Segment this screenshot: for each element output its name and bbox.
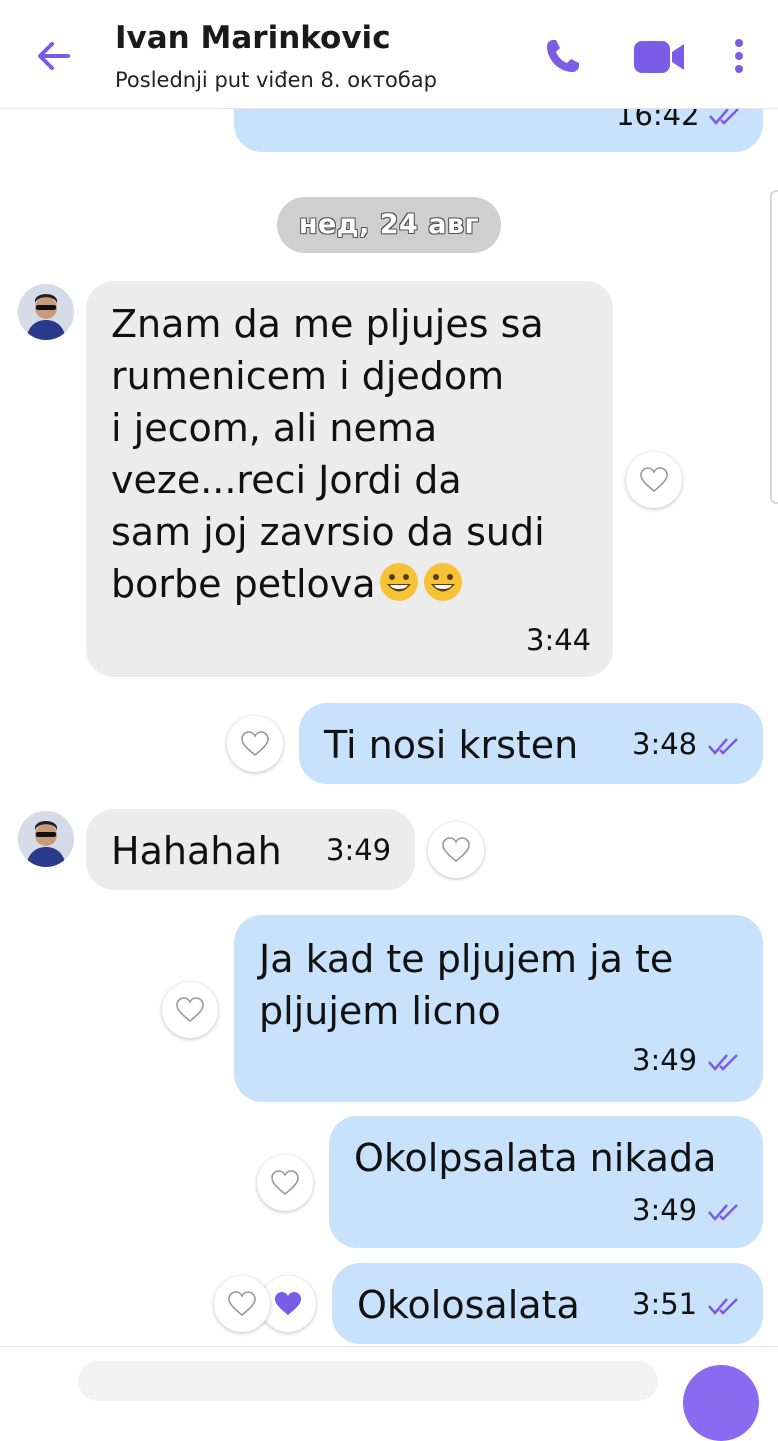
scroll-indicator[interactable]	[770, 190, 778, 504]
like-button[interactable]	[257, 1155, 313, 1211]
message-line: Znam da me pljujes sa	[111, 302, 544, 346]
grinning-face-emoji	[379, 563, 418, 601]
avatar-photo	[18, 811, 74, 867]
message-line: Ja kad te pljujem ja te	[259, 937, 674, 981]
message-bubble-outgoing[interactable]: Ja kad te pljujem ja te pljujem licno 3:4…	[234, 915, 763, 1102]
message-time: 3:49	[632, 1043, 698, 1077]
double-check-icon	[708, 1054, 738, 1071]
double-check-icon	[708, 1204, 738, 1221]
message-text: Ti nosi krsten	[324, 723, 579, 767]
like-button[interactable]	[626, 452, 682, 508]
phone-icon[interactable]	[543, 36, 583, 76]
message-time: 3:51	[632, 1287, 698, 1321]
message-bubble-outgoing[interactable]: Ti nosi krsten 3:48	[299, 703, 763, 784]
back-arrow-icon[interactable]	[34, 36, 74, 76]
message-bubble-incoming[interactable]: Hahahah 3:49	[86, 809, 415, 890]
double-check-icon	[708, 1298, 738, 1315]
heart-outline-icon	[271, 1170, 299, 1196]
send-button[interactable]	[683, 1365, 759, 1441]
more-vertical-icon[interactable]	[732, 38, 746, 74]
last-seen-status: Poslednji put viđen 8. октобар	[115, 68, 437, 92]
message-text: Okolosalata	[357, 1283, 580, 1327]
message-line: veze...reci Jordi da	[111, 458, 462, 502]
avatar-photo	[18, 284, 74, 340]
message-bubble-outgoing[interactable]: Okolosalata 3:51	[332, 1263, 763, 1344]
contact-name[interactable]: Ivan Marinkovic	[115, 20, 391, 56]
message-line: pljujem licno	[259, 989, 501, 1033]
message-bubble-outgoing[interactable]: Okolpsalata nikada 3:49	[329, 1116, 763, 1248]
message-line-with-emoji: borbe petlova	[111, 558, 611, 610]
like-button[interactable]	[214, 1276, 270, 1332]
like-button[interactable]	[162, 982, 218, 1038]
double-check-icon	[708, 738, 738, 755]
message-line: sam joj zavrsio da sudi	[111, 510, 545, 554]
heart-outline-icon	[176, 997, 204, 1023]
message-time: 3:44	[526, 623, 592, 657]
double-check-icon	[709, 108, 739, 125]
message-time: 3:48	[632, 727, 698, 761]
heart-outline-icon	[640, 467, 668, 493]
message-composer	[0, 1346, 778, 1441]
avatar[interactable]	[18, 811, 74, 867]
message-time: 3:49	[326, 833, 392, 867]
message-line: rumenicem i djedom	[111, 354, 505, 398]
heart-filled-icon	[275, 1292, 301, 1315]
message-bubble-incoming[interactable]: Znam da me pljujes sa rumenicem i djedom i…	[86, 281, 613, 677]
message-text: Okolpsalata nikada	[354, 1136, 717, 1180]
message-text: Znam da me pljujes sa rumenicem i djedom i…	[111, 298, 611, 610]
date-separator: нед, 24 авг	[277, 197, 501, 253]
message-text: Ja kad te pljujem ja te pljujem licno	[259, 933, 749, 1037]
message-time: 3:49	[632, 1193, 698, 1227]
heart-outline-icon	[228, 1291, 256, 1317]
message-text: Hahahah	[111, 829, 282, 873]
message-input[interactable]	[78, 1361, 658, 1401]
heart-outline-icon	[442, 837, 470, 863]
avatar[interactable]	[18, 284, 74, 340]
video-icon[interactable]	[632, 38, 686, 76]
message-line: i jecom, ali nema	[111, 406, 438, 450]
message-line: borbe petlova	[111, 562, 376, 606]
heart-outline-icon	[241, 731, 269, 757]
grinning-face-emoji	[423, 563, 462, 601]
like-button[interactable]	[428, 822, 484, 878]
chat-header: Ivan Marinkovic Poslednji put viđen 8. о…	[0, 0, 778, 109]
like-button[interactable]	[227, 716, 283, 772]
